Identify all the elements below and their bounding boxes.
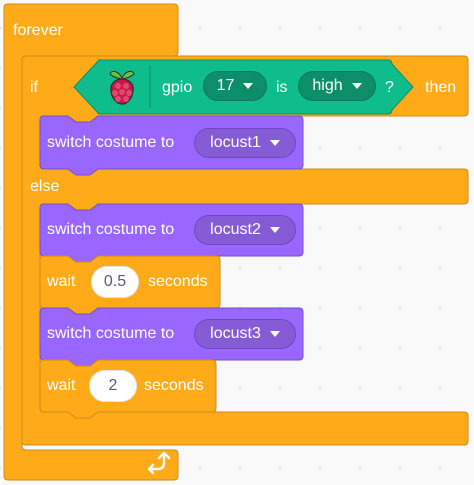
- costume-dropdown-2[interactable]: locust2: [194, 215, 296, 245]
- costume-dropdown-1[interactable]: locust1: [194, 128, 296, 158]
- gpio-state-value: high: [312, 77, 343, 94]
- wait-seconds-input-2[interactable]: 2: [89, 370, 137, 402]
- else-label: else: [30, 178, 60, 195]
- seconds-label-2: seconds: [144, 377, 204, 394]
- switch-costume-label-3: switch costume to: [47, 325, 175, 342]
- costume-dropdown-3[interactable]: locust3: [194, 319, 296, 349]
- gpio-label: gpio: [162, 79, 193, 96]
- gpio-pin-value: 17: [216, 77, 235, 94]
- raspberry-pi-icon: [109, 70, 135, 105]
- seconds-label-1: seconds: [148, 273, 208, 290]
- wait-label-1: wait: [47, 273, 76, 290]
- forever-label: forever: [13, 22, 63, 39]
- costume-value-1: locust1: [210, 134, 261, 151]
- costume-value-3: locust3: [210, 325, 261, 342]
- dropdown-caret-icon: [269, 331, 280, 337]
- dropdown-caret-icon: [269, 227, 280, 233]
- wait-label-2: wait: [47, 377, 76, 394]
- if-label: if: [30, 79, 38, 96]
- then-label: then: [425, 79, 457, 96]
- gpio-pin-dropdown[interactable]: 17: [203, 71, 267, 101]
- question-label: ?: [385, 79, 394, 96]
- wait-seconds-input-1[interactable]: 0.5: [91, 266, 139, 298]
- costume-value-2: locust2: [210, 221, 261, 238]
- switch-costume-label-2: switch costume to: [47, 221, 175, 238]
- dropdown-caret-icon: [351, 83, 362, 89]
- gpio-state-dropdown[interactable]: high: [298, 71, 376, 101]
- dropdown-caret-icon: [269, 140, 280, 146]
- dropdown-caret-icon: [243, 83, 254, 89]
- is-label: is: [276, 79, 288, 96]
- switch-costume-label-1: switch costume to: [47, 134, 175, 151]
